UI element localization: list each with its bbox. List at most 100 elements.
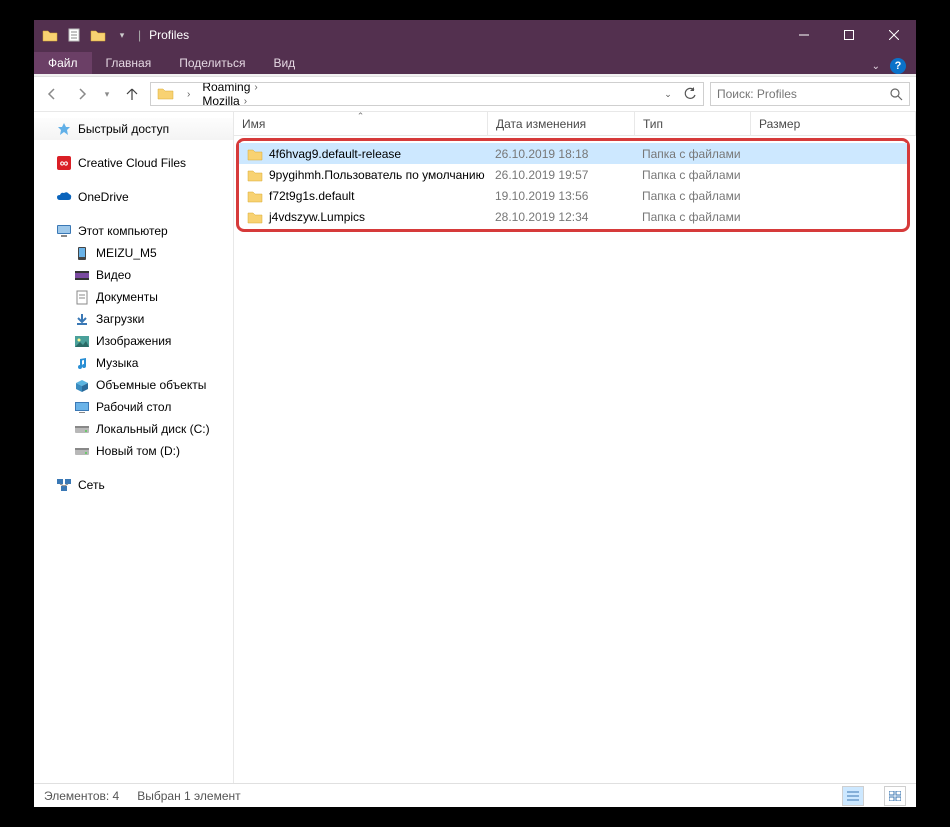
nav-pc-item[interactable]: Загрузки: [34, 308, 233, 330]
nav-pc-item[interactable]: Новый том (D:): [34, 440, 233, 462]
file-date: 19.10.2019 13:56: [487, 189, 634, 203]
pc-icon: [56, 223, 72, 239]
back-button[interactable]: [40, 82, 64, 106]
star-icon: [56, 121, 72, 137]
nav-pc-item[interactable]: Музыка: [34, 352, 233, 374]
file-list: Имя⌃ Дата изменения Тип Размер 4f6hvag9.…: [234, 112, 916, 783]
file-date: 28.10.2019 12:34: [487, 210, 634, 224]
nav-pc-item[interactable]: Объемные объекты: [34, 374, 233, 396]
file-name: j4vdszyw.Lumpics: [269, 210, 365, 224]
col-size[interactable]: Размер: [751, 112, 916, 135]
table-row[interactable]: f72t9g1s.default 19.10.2019 13:56Папка с …: [239, 185, 907, 206]
annotation-highlight: 4f6hvag9.default-release 26.10.2019 18:18…: [236, 138, 910, 232]
address-dropdown[interactable]: ⌄: [657, 83, 679, 105]
table-row[interactable]: j4vdszyw.Lumpics 28.10.2019 12:34Папка с …: [239, 206, 907, 227]
tab-share[interactable]: Поделиться: [165, 52, 259, 74]
window-title: Profiles: [141, 28, 781, 42]
nav-pc-item[interactable]: Рабочий стол: [34, 396, 233, 418]
file-type: Папка с файлами: [634, 210, 794, 224]
view-large-button[interactable]: [884, 786, 906, 806]
file-date: 26.10.2019 18:18: [487, 147, 634, 161]
breadcrumb-segment[interactable]: Roaming›: [198, 82, 304, 94]
nav-pc-item[interactable]: Локальный диск (C:): [34, 418, 233, 440]
folder-icon: [247, 147, 263, 161]
view-details-button[interactable]: [842, 786, 864, 806]
search-box[interactable]: [710, 82, 910, 106]
nav-network[interactable]: Сеть: [34, 474, 233, 496]
search-icon[interactable]: [889, 87, 903, 101]
file-type: Папка с файлами: [634, 147, 794, 161]
file-name: f72t9g1s.default: [269, 189, 354, 203]
network-icon: [56, 477, 72, 493]
rows-area[interactable]: 4f6hvag9.default-release 26.10.2019 18:18…: [234, 136, 916, 783]
properties-icon[interactable]: [66, 27, 82, 43]
item-icon: [74, 289, 90, 305]
status-selected: Выбран 1 элемент: [137, 789, 240, 803]
minimize-button[interactable]: [781, 20, 826, 50]
nav-pc-item[interactable]: Изображения: [34, 330, 233, 352]
sort-indicator-icon: ⌃: [357, 111, 365, 122]
new-folder-icon[interactable]: [90, 27, 106, 43]
qat-dropdown-icon[interactable]: ▾: [114, 27, 130, 43]
file-date: 26.10.2019 19:57: [487, 168, 634, 182]
nav-creative-cloud[interactable]: ∞Creative Cloud Files: [34, 152, 233, 174]
cc-icon: ∞: [56, 155, 72, 171]
tab-view[interactable]: Вид: [259, 52, 309, 74]
folder-icon: [247, 210, 263, 224]
window-controls: [781, 20, 916, 50]
help-icon[interactable]: ?: [890, 58, 906, 74]
ribbon-expand-icon[interactable]: ⌄: [872, 61, 880, 72]
status-bar: Элементов: 4 Выбран 1 элемент: [34, 783, 916, 807]
item-icon: [74, 399, 90, 415]
table-row[interactable]: 9pygihmh.Пользователь по умолчанию26.10.…: [239, 164, 907, 185]
ribbon-tabs: Файл Главная Поделиться Вид ⌄ ?: [34, 50, 916, 74]
item-icon: [74, 443, 90, 459]
explorer-window: ▾ | Profiles Файл Главная Поделиться Вид…: [34, 20, 916, 807]
item-icon: [74, 267, 90, 283]
maximize-button[interactable]: [826, 20, 871, 50]
nav-this-pc[interactable]: Этот компьютер: [34, 220, 233, 242]
file-name: 9pygihmh.Пользователь по умолчанию: [269, 168, 485, 182]
item-icon: [74, 377, 90, 393]
nav-onedrive[interactable]: OneDrive: [34, 186, 233, 208]
breadcrumb-root-chevron[interactable]: ›: [179, 89, 198, 100]
item-icon: [74, 245, 90, 261]
file-type: Папка с файлами: [634, 168, 794, 182]
breadcrumb-segment[interactable]: Mozilla›: [198, 94, 304, 106]
refresh-button[interactable]: [679, 83, 701, 105]
col-date[interactable]: Дата изменения: [488, 112, 635, 135]
column-headers[interactable]: Имя⌃ Дата изменения Тип Размер: [234, 112, 916, 136]
title-bar[interactable]: ▾ | Profiles: [34, 20, 916, 50]
folder-icon: [157, 85, 175, 103]
table-row[interactable]: 4f6hvag9.default-release 26.10.2019 18:18…: [239, 143, 907, 164]
nav-pc-item[interactable]: Документы: [34, 286, 233, 308]
folder-icon: [42, 27, 58, 43]
search-input[interactable]: [717, 87, 889, 101]
file-name: 4f6hvag9.default-release: [269, 147, 401, 161]
nav-quick-access[interactable]: Быстрый доступ: [34, 118, 233, 140]
close-button[interactable]: [871, 20, 916, 50]
col-type[interactable]: Тип: [635, 112, 751, 135]
recent-dropdown[interactable]: ▾: [100, 82, 114, 106]
folder-icon: [247, 168, 263, 182]
tab-home[interactable]: Главная: [92, 52, 166, 74]
item-icon: [74, 311, 90, 327]
nav-pc-item[interactable]: Видео: [34, 264, 233, 286]
file-type: Папка с файлами: [634, 189, 794, 203]
address-bar[interactable]: › Виктор Бухтеев›AppData›Roaming›Mozilla…: [150, 82, 704, 106]
item-icon: [74, 333, 90, 349]
cloud-icon: [56, 189, 72, 205]
up-button[interactable]: [120, 82, 144, 106]
navigation-pane[interactable]: Быстрый доступ ∞Creative Cloud Files One…: [34, 112, 234, 783]
item-icon: [74, 355, 90, 371]
nav-pc-item[interactable]: MEIZU_M5: [34, 242, 233, 264]
svg-text:∞: ∞: [60, 156, 69, 170]
status-count: Элементов: 4: [44, 789, 119, 803]
qat: ▾ |: [34, 27, 141, 43]
nav-row: ▾ › Виктор Бухтеев›AppData›Roaming›Mozil…: [34, 77, 916, 111]
col-name[interactable]: Имя⌃: [234, 112, 488, 135]
item-icon: [74, 421, 90, 437]
folder-icon: [247, 189, 263, 203]
tab-file[interactable]: Файл: [34, 52, 92, 74]
forward-button[interactable]: [70, 82, 94, 106]
